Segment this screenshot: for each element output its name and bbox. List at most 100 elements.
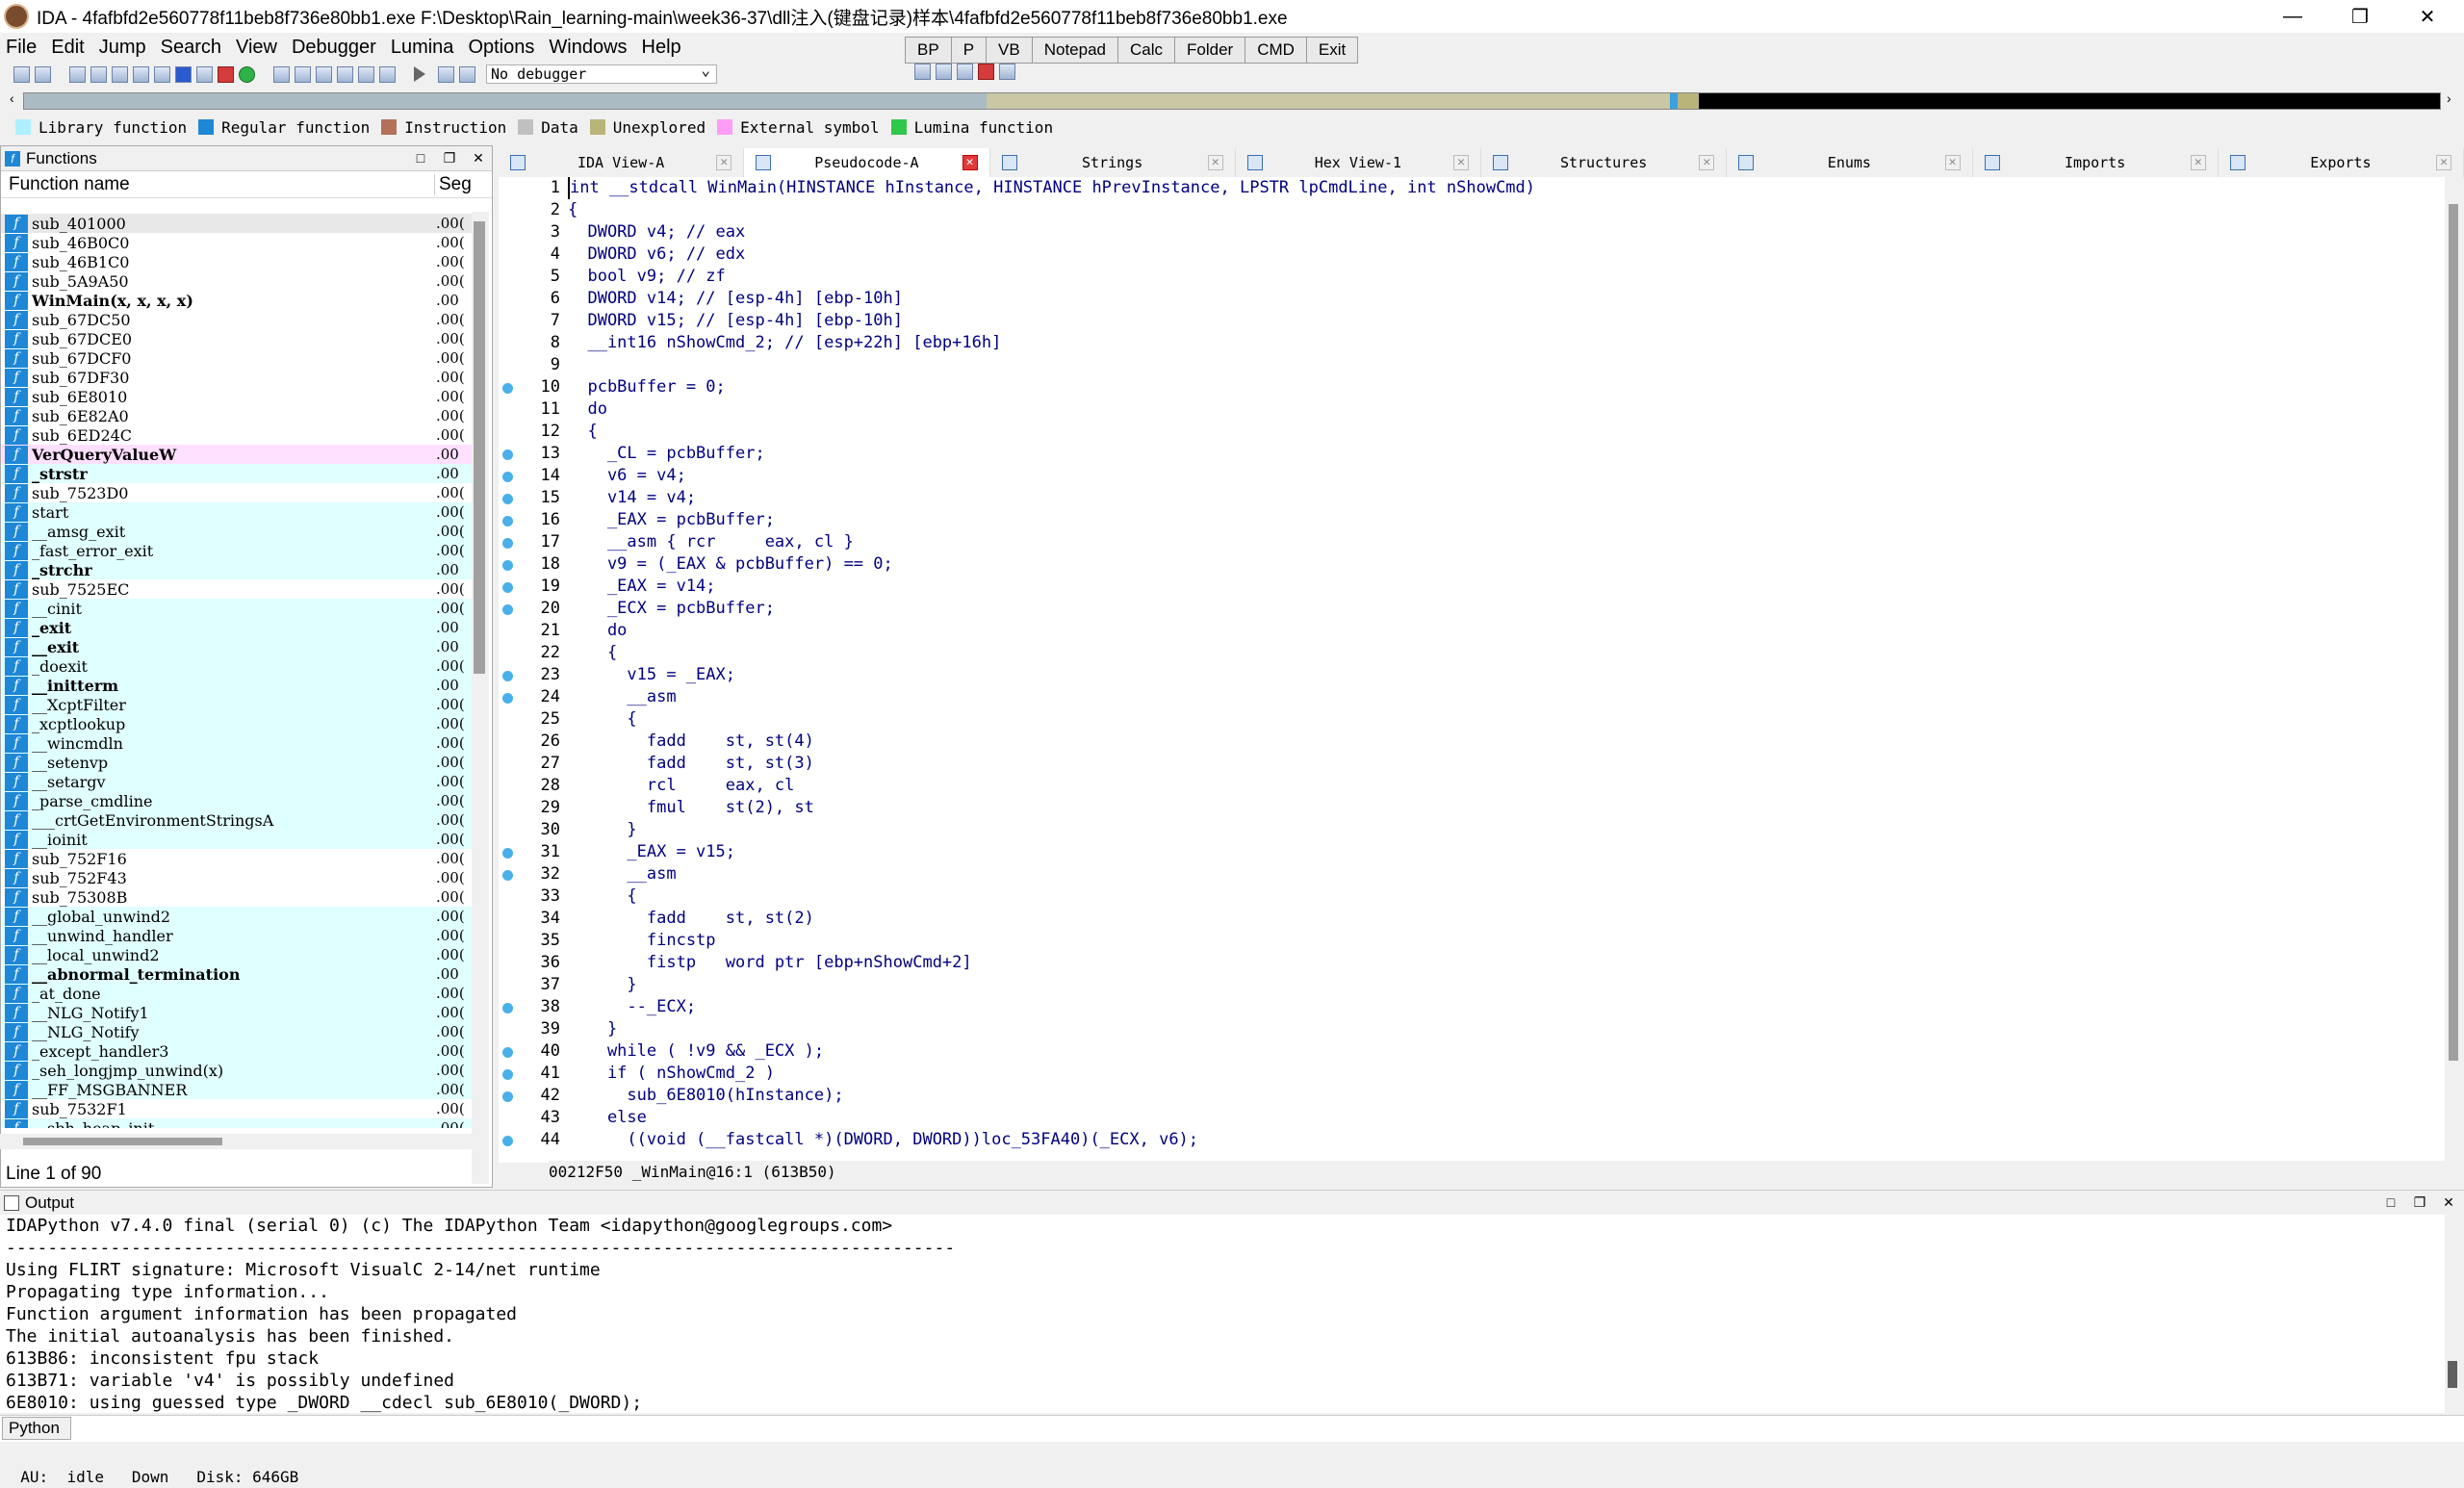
pseudocode-vscroll-thumb[interactable] — [2449, 204, 2458, 1061]
menu-help[interactable]: Help — [642, 37, 681, 59]
function-row[interactable]: f sub_752F43 .00( — [1, 868, 473, 887]
pseudocode-view[interactable]: 1 int __stdcall WinMain(HINSTANCE hInstan… — [499, 177, 2445, 1163]
output-log[interactable]: IDAPython v7.4.0 final (serial 0) (c) Th… — [0, 1215, 2445, 1413]
function-row[interactable]: f _fast_error_exit .00( — [1, 541, 473, 560]
functions-hscroll-thumb[interactable] — [23, 1138, 222, 1145]
code-line[interactable]: 35 fincstp — [499, 930, 2424, 952]
output-close-icon[interactable]: ✕ — [2441, 1194, 2456, 1210]
code-line[interactable]: 25 { — [499, 708, 2424, 731]
vb-button[interactable]: VB — [986, 37, 1033, 64]
code-line[interactable]: 24 __asm — [499, 686, 2424, 708]
struct-icon[interactable] — [273, 65, 290, 83]
tab-hex-view-1[interactable]: Hex View-1 ✕ — [1236, 148, 1481, 177]
cmd-button[interactable]: CMD — [1245, 37, 1307, 64]
code-line[interactable]: 18 v9 = (_EAX & pcbBuffer) == 0; — [499, 553, 2424, 576]
code-line[interactable]: 8 __int16 nShowCmd_2; // [esp+22h] [ebp+… — [499, 332, 2424, 354]
output-float-icon[interactable]: ❐ — [2412, 1194, 2427, 1210]
tab-pseudocode-a[interactable]: Pseudocode-A ✕ — [744, 148, 990, 177]
function-row[interactable]: f __unwind_handler .00( — [1, 926, 473, 945]
function-row[interactable]: f sub_5A9A50 .00( — [1, 271, 473, 291]
code-line[interactable]: 42 sub_6E8010(hInstance); — [499, 1085, 2424, 1107]
python-language-button[interactable]: Python — [2, 1417, 71, 1440]
code-line[interactable]: 4 DWORD v6; // edx — [499, 244, 2424, 266]
function-row[interactable]: f __initterm .00 — [1, 676, 473, 695]
code-line[interactable]: 28 rcl eax, cl — [499, 775, 2424, 797]
function-row[interactable]: f sub_7523D0 .00( — [1, 483, 473, 502]
function-row[interactable]: f sub_67DF30 .00( — [1, 368, 473, 387]
code-line[interactable]: 22 { — [499, 642, 2424, 664]
function-row[interactable]: f sub_6ED24C .00( — [1, 425, 473, 445]
column-function-name[interactable]: Function name — [9, 174, 130, 195]
tab-close-icon[interactable]: ✕ — [1944, 155, 1961, 170]
patch-icon[interactable] — [358, 65, 374, 83]
function-row[interactable]: f __global_unwind2 .00( — [1, 907, 473, 926]
code-line[interactable]: 27 fadd st, st(3) — [499, 753, 2424, 775]
function-row[interactable]: f sub_6E8010 .00( — [1, 387, 473, 406]
calc-button[interactable]: Calc — [1117, 37, 1176, 64]
code-line[interactable]: 17 __asm { rcr eax, cl } — [499, 531, 2424, 553]
code-line[interactable]: 2{ — [499, 199, 2424, 221]
function-row[interactable]: f sub_7532F1 .00( — [1, 1099, 473, 1118]
code-line[interactable]: 15 v14 = v4; — [499, 487, 2424, 509]
code-line[interactable]: 37 } — [499, 974, 2424, 996]
tab-close-icon[interactable]: ✕ — [2190, 155, 2206, 170]
panel-close-icon[interactable]: ✕ — [471, 150, 486, 166]
nav-left-arrow-icon[interactable]: ‹ — [10, 90, 14, 106]
code-line[interactable]: 13 _CL = pcbBuffer; — [499, 443, 2424, 465]
function-row[interactable]: f _parse_cmdline .00( — [1, 791, 473, 810]
code-line[interactable]: 3 DWORD v4; // eax — [499, 221, 2424, 244]
python-command-input[interactable] — [0, 1415, 2464, 1442]
code-line[interactable]: 39 } — [499, 1018, 2424, 1040]
p-button[interactable]: P — [950, 37, 988, 64]
search-text-icon[interactable] — [154, 65, 170, 83]
tab-close-icon[interactable]: ✕ — [2436, 155, 2451, 170]
open-file-icon[interactable] — [13, 65, 30, 83]
function-row[interactable]: f sub_67DCE0 .00( — [1, 329, 473, 348]
tab-imports[interactable]: Imports ✕ — [1973, 148, 2219, 177]
tab-close-icon[interactable]: ✕ — [962, 155, 978, 170]
function-row[interactable]: f sub_6E82A0 .00( — [1, 406, 473, 425]
function-row[interactable]: f _doexit .00( — [1, 656, 473, 676]
function-row[interactable]: f VerQueryValueW .00 — [1, 445, 473, 464]
function-row[interactable]: f sub_401000 .00( — [1, 214, 473, 233]
menu-search[interactable]: Search — [161, 37, 221, 59]
code-line[interactable]: 14 v6 = v4; — [499, 465, 2424, 487]
close-window-button[interactable]: ✕ — [2397, 0, 2458, 33]
stop-icon[interactable] — [459, 65, 475, 83]
function-row[interactable]: f _except_handler3 .00( — [1, 1041, 473, 1061]
tab-ida-view-a[interactable]: IDA View-A ✕ — [499, 148, 745, 177]
panel-float-icon[interactable]: ❐ — [442, 150, 457, 166]
function-row[interactable]: f __local_unwind2 .00( — [1, 945, 473, 964]
panel-maximize-icon[interactable]: □ — [413, 150, 428, 166]
tab-close-icon[interactable]: ✕ — [1207, 155, 1223, 170]
nav-right-arrow-icon[interactable]: › — [2447, 90, 2451, 106]
menu-edit[interactable]: Edit — [51, 37, 84, 59]
code-line[interactable]: 12 { — [499, 421, 2424, 443]
function-row[interactable]: f sub_67DCF0 .00( — [1, 348, 473, 368]
function-row[interactable]: f __wincmdln .00( — [1, 733, 473, 753]
code-line[interactable]: 21 do — [499, 620, 2424, 642]
function-row[interactable]: f __FF_MSGBANNER .00( — [1, 1080, 473, 1099]
function-row[interactable]: f _seh_longjmp_unwind(x) .00( — [1, 1061, 473, 1080]
menu-view[interactable]: View — [236, 37, 277, 59]
function-row[interactable]: f _xcptlookup .00( — [1, 714, 473, 733]
func-icon[interactable] — [316, 65, 332, 83]
tab-enums[interactable]: Enums ✕ — [1727, 148, 1973, 177]
function-row[interactable]: f sub_67DC50 .00( — [1, 310, 473, 329]
output-maximize-icon[interactable]: □ — [2383, 1194, 2399, 1210]
code-line[interactable]: 26 fadd st, st(4) — [499, 731, 2424, 753]
pause-icon[interactable] — [438, 65, 454, 83]
code-line[interactable]: 1 int __stdcall WinMain(HINSTANCE hInstan… — [499, 177, 2424, 199]
code-line[interactable]: 32 __asm — [499, 863, 2424, 885]
menu-options[interactable]: Options — [468, 37, 534, 59]
run-green-icon[interactable] — [239, 65, 255, 83]
close-x-icon[interactable] — [379, 65, 396, 83]
tab-close-icon[interactable]: ✕ — [716, 155, 732, 170]
function-row[interactable]: f ___crtGetEnvironmentStringsA .00( — [1, 810, 473, 830]
menu-jump[interactable]: Jump — [99, 37, 146, 59]
column-segment[interactable]: Seg — [434, 173, 472, 195]
function-row[interactable]: f sub_46B1C0 .00( — [1, 252, 473, 271]
save-icon[interactable] — [35, 65, 51, 83]
menu-windows[interactable]: Windows — [549, 37, 627, 59]
graph-icon[interactable] — [218, 65, 234, 83]
